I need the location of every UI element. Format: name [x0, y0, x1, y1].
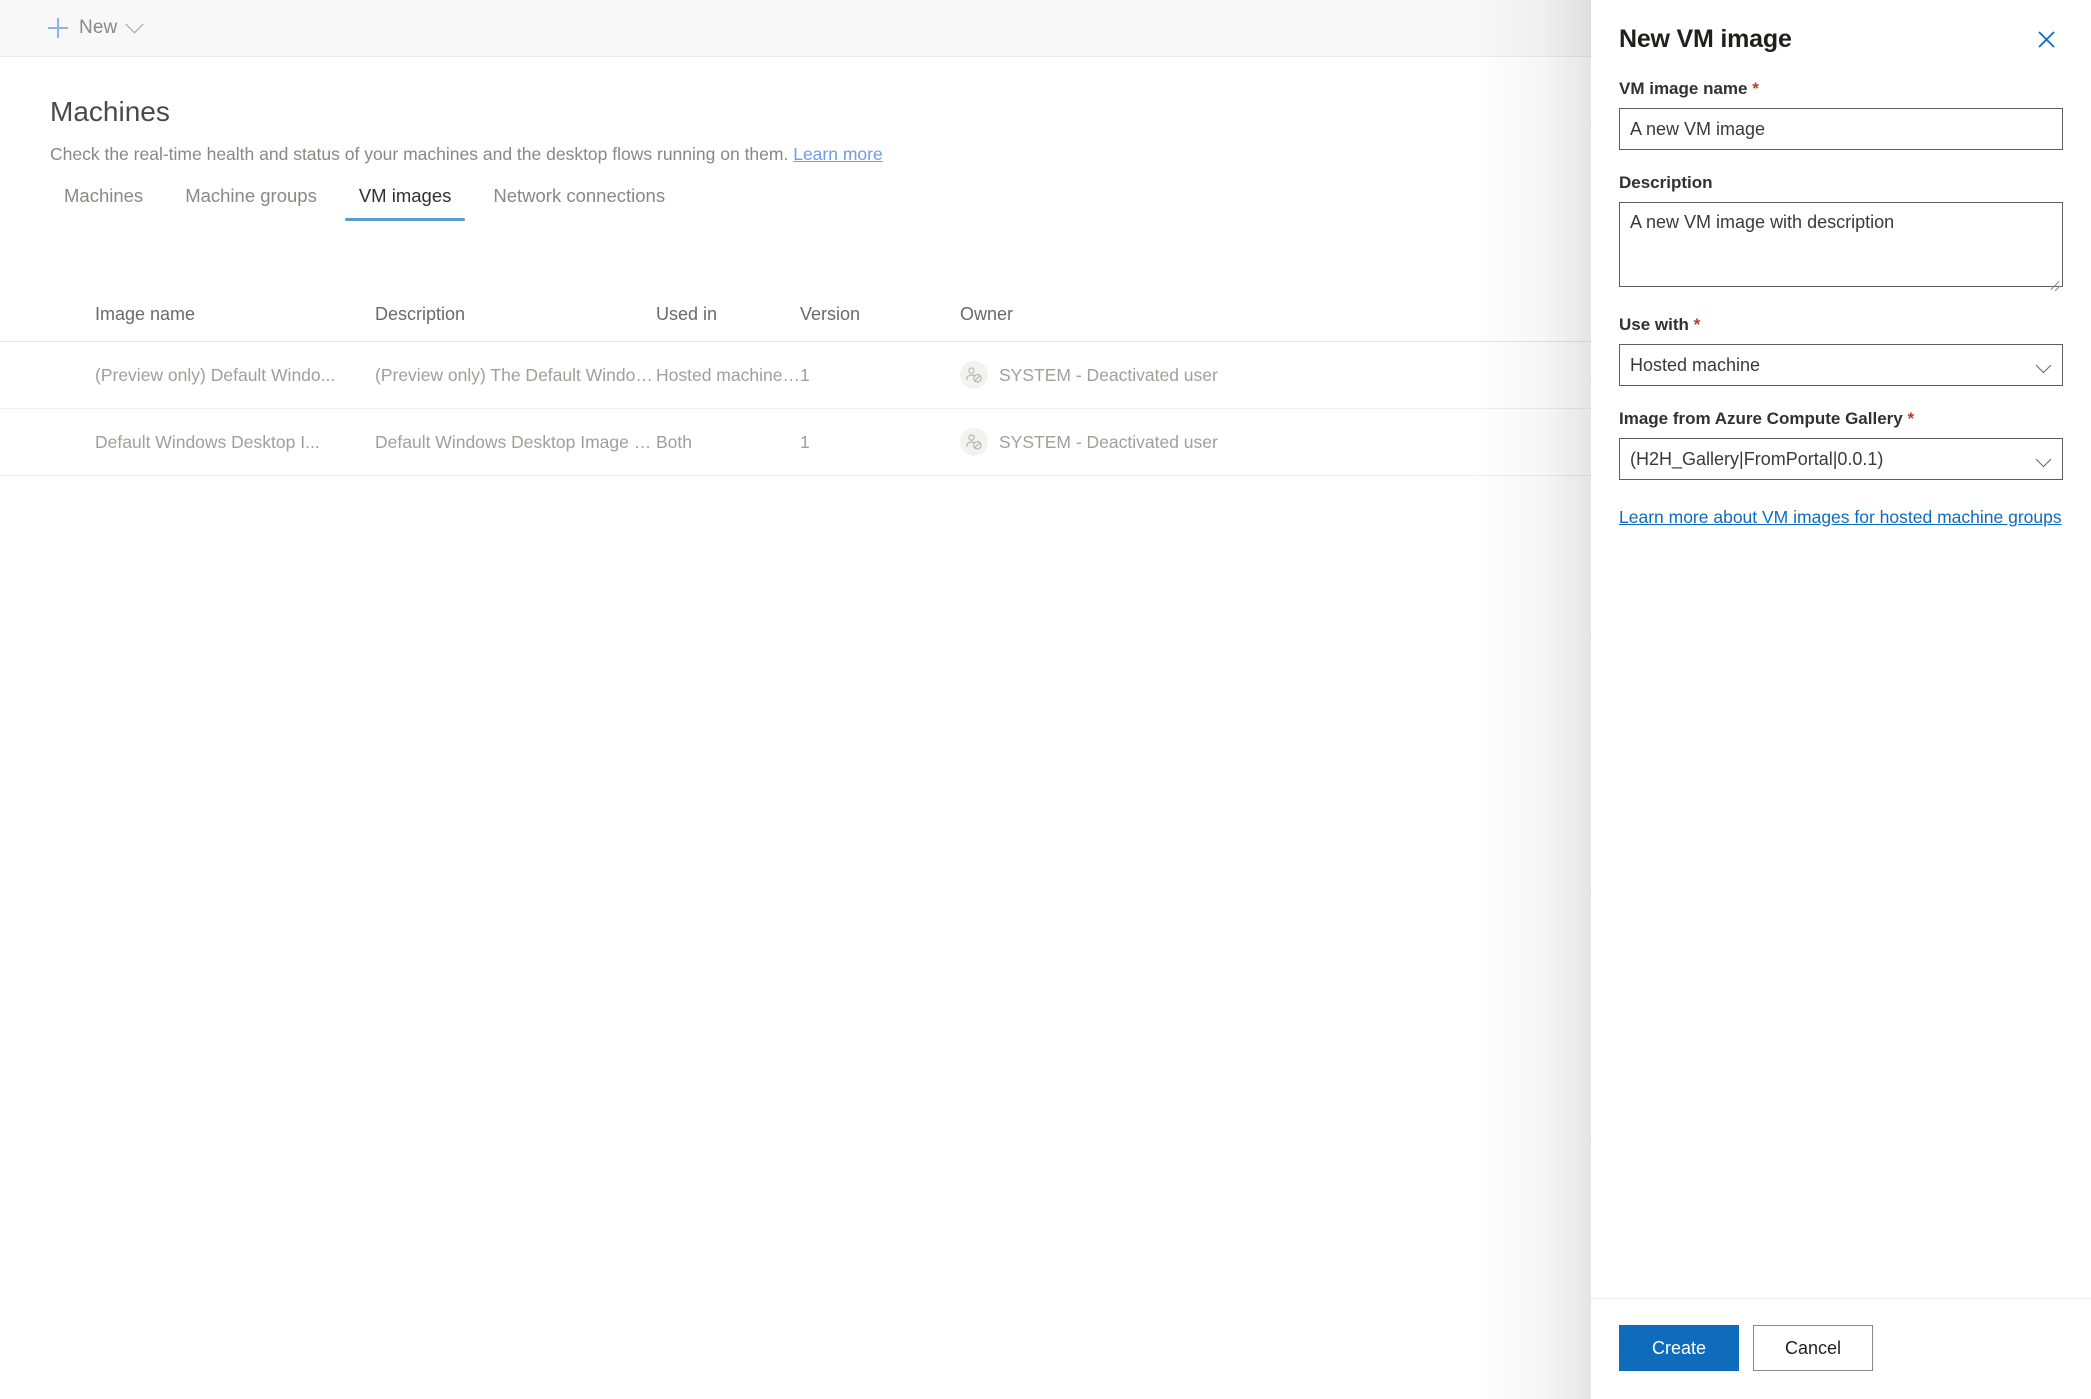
page-header: Machines Check the real-time health and … — [0, 57, 1591, 165]
gallery-image-value: (H2H_Gallery|FromPortal|0.0.1) — [1630, 448, 1884, 469]
use-with-value: Hosted machine — [1630, 354, 1761, 375]
use-with-select[interactable]: Hosted machine — [1619, 344, 2063, 386]
tab-network-connections[interactable]: Network connections — [479, 185, 679, 221]
field-use-with: Use with * Hosted machine — [1619, 315, 2063, 386]
create-button[interactable]: Create — [1619, 1325, 1739, 1371]
deactivated-user-icon — [960, 428, 988, 456]
panel-footer: Create Cancel — [1591, 1298, 2091, 1399]
cell-owner: SYSTEM - Deactivated user — [960, 361, 1591, 389]
description-wrapper — [1619, 202, 2063, 292]
tab-vm-images[interactable]: VM images — [344, 185, 466, 221]
plus-icon — [48, 18, 68, 38]
label-text: Use with — [1619, 315, 1689, 334]
learn-more-link[interactable]: Learn more — [793, 144, 883, 164]
panel-body: New VM image VM image name * Descripti — [1591, 0, 2091, 1298]
column-header-description[interactable]: Description — [375, 304, 656, 325]
description-label: Description — [1619, 173, 2063, 193]
page-subtitle: Check the real-time health and status of… — [50, 144, 1591, 165]
new-vm-image-panel: New VM image VM image name * Descripti — [1591, 0, 2091, 1399]
app-root: New Machines Check the real-time health … — [0, 0, 2091, 1399]
owner-name: SYSTEM - Deactivated user — [999, 364, 1218, 385]
cell-version: 1 — [800, 431, 810, 452]
vm-image-name-input[interactable] — [1619, 108, 2063, 150]
table-row[interactable]: Default Windows Desktop I... Default Win… — [0, 409, 1591, 476]
panel-shadow — [1471, 0, 1591, 1399]
page-title: Machines — [50, 96, 170, 127]
page-subtitle-text: Check the real-time health and status of… — [50, 144, 789, 164]
column-header-used-in[interactable]: Used in — [656, 304, 800, 325]
chevron-down-icon — [2035, 357, 2052, 374]
label-text: VM image name — [1619, 79, 1748, 98]
owner-name: SYSTEM - Deactivated user — [999, 431, 1218, 452]
cell-used-in: Hosted machine group — [656, 364, 800, 385]
cell-image-name: Default Windows Desktop I... — [95, 431, 320, 452]
cell-image-name: (Preview only) Default Windo... — [95, 364, 336, 385]
field-description: Description — [1619, 173, 2063, 292]
required-marker: * — [1752, 79, 1759, 98]
label-text: Description — [1619, 173, 1713, 192]
new-button[interactable]: New — [42, 8, 147, 48]
cancel-button[interactable]: Cancel — [1753, 1325, 1873, 1371]
required-marker: * — [1693, 315, 1701, 334]
close-icon — [2037, 30, 2055, 48]
tab-machines[interactable]: Machines — [50, 185, 157, 221]
field-gallery-image: Image from Azure Compute Gallery * (H2H_… — [1619, 409, 2063, 480]
cell-version: 1 — [800, 364, 810, 385]
column-header-image-name[interactable]: Image name — [95, 304, 375, 325]
chevron-down-icon — [125, 14, 145, 33]
column-header-version[interactable]: Version — [800, 304, 960, 325]
label-text: Image from Azure Compute Gallery — [1619, 409, 1903, 428]
tab-list: Machines Machine groups VM images Networ… — [50, 185, 679, 221]
cell-description: (Preview only) The Default Windows Desk.… — [375, 364, 656, 385]
vm-image-name-label: VM image name * — [1619, 79, 2063, 99]
description-textarea[interactable] — [1619, 202, 2063, 287]
panel-header: New VM image — [1619, 0, 2063, 56]
tab-machine-groups[interactable]: Machine groups — [171, 185, 331, 221]
vm-images-table: Image name Description Used in Version O… — [0, 288, 1591, 476]
gallery-image-label: Image from Azure Compute Gallery * — [1619, 409, 2063, 429]
panel-title: New VM image — [1619, 24, 1792, 53]
cell-owner: SYSTEM - Deactivated user — [960, 428, 1591, 456]
required-marker: * — [1907, 409, 1915, 428]
vm-images-help-link[interactable]: Learn more about VM images for hosted ma… — [1619, 506, 2063, 530]
cell-description: Default Windows Desktop Image for use i.… — [375, 431, 656, 452]
use-with-label: Use with * — [1619, 315, 2063, 335]
chevron-down-icon — [2035, 451, 2052, 468]
cell-used-in: Both — [656, 431, 692, 452]
close-button[interactable] — [2029, 22, 2063, 56]
field-vm-image-name: VM image name * — [1619, 79, 2063, 150]
column-header-owner[interactable]: Owner — [960, 304, 1591, 325]
table-header-row: Image name Description Used in Version O… — [0, 288, 1591, 342]
gallery-image-select[interactable]: (H2H_Gallery|FromPortal|0.0.1) — [1619, 438, 2063, 480]
command-bar: New — [0, 0, 1591, 57]
new-button-label: New — [79, 17, 118, 38]
deactivated-user-icon — [960, 361, 988, 389]
table-row[interactable]: (Preview only) Default Windo... (Preview… — [0, 342, 1591, 409]
